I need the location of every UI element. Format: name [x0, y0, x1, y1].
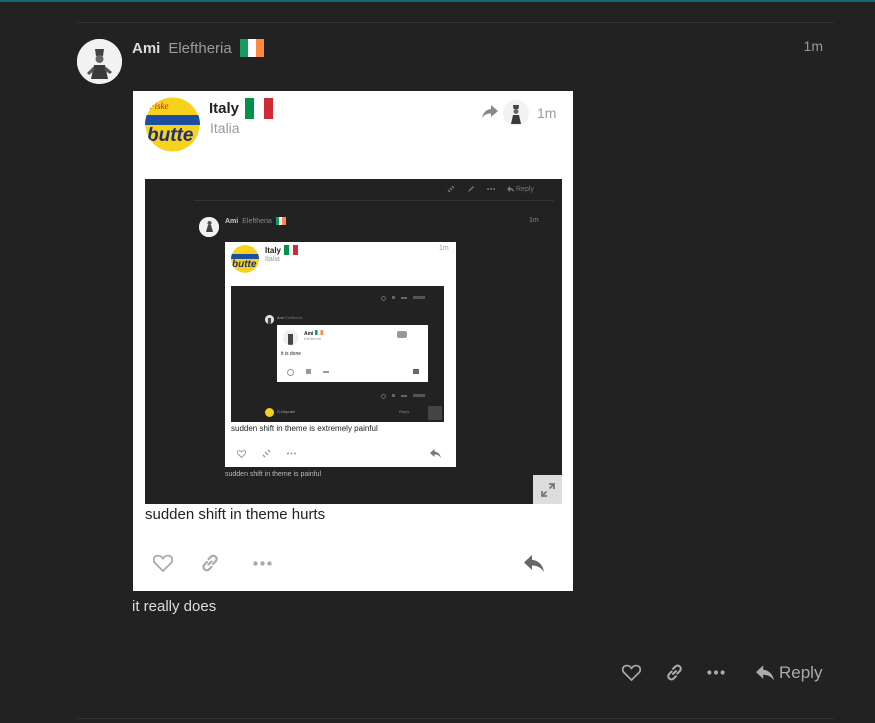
mini-action-bar: Reply [447, 185, 534, 193]
mini-quote-title: Italia [265, 256, 280, 263]
deep-quote: Ami Eleftheria it is done [277, 325, 428, 382]
like-button[interactable] [622, 664, 641, 681]
mini-italy-flag-icon [284, 245, 299, 255]
mini-caption: sudden shift in theme is painful [225, 471, 322, 478]
quote-body-text: sudden shift in theme hurts [145, 506, 326, 523]
post-user-title: Eleftheria [168, 39, 232, 57]
bottom-divider [77, 718, 834, 719]
quote-reply-button[interactable] [524, 555, 544, 572]
post-author-name[interactable]: Ami [132, 40, 160, 57]
mini-reply-button: Reply [507, 186, 534, 193]
expand-icon[interactable] [533, 475, 562, 504]
deep-bottom-reply: Reply [399, 409, 410, 414]
mini-quote: butte Italy Italia 1m Ami Eleftheria Ami… [225, 242, 456, 467]
mini-more-icon-2 [287, 452, 296, 455]
quote-more-button[interactable] [253, 561, 272, 566]
mini-quote-time: 1m [439, 245, 449, 252]
mini-pencil-icon [467, 185, 475, 193]
deep-screenshot: Ami Eleftheria Ami Eleftheria it is done [231, 286, 444, 422]
quote-time[interactable]: 1m [537, 105, 556, 121]
mini-time: 1m [529, 217, 539, 224]
mini-more-icon [487, 187, 495, 191]
quote-avatar[interactable]: Fiske butte [145, 97, 200, 152]
deep-actions [381, 296, 425, 301]
mini-quote-actions [237, 449, 296, 458]
mini-author: Ami [225, 217, 239, 225]
quote-block: Fiske butte Italy Italia 1m Reply Ami El… [133, 91, 573, 591]
share-icon[interactable] [482, 105, 498, 119]
ireland-flag-icon [239, 39, 264, 57]
post-header: Ami Eleftheria [132, 38, 264, 58]
logo-script: Fiske [148, 101, 169, 111]
copy-link-button[interactable] [665, 663, 684, 682]
quote-link-button[interactable] [200, 553, 220, 573]
deep-body: it is done [281, 351, 302, 357]
post-body-text: it really does [132, 598, 217, 615]
deep-reply-icon [413, 369, 419, 374]
quote-like-button[interactable] [153, 554, 173, 572]
deep-quote-title: Eleftheria [304, 336, 321, 341]
mini-reply-icon [430, 449, 441, 458]
mini-divider [194, 200, 554, 201]
deep-actions-2 [381, 394, 425, 399]
post-time[interactable]: 1m [780, 38, 823, 54]
reply-icon [756, 665, 774, 681]
deep-quote-actions [287, 369, 329, 376]
mini-link-icon [447, 185, 455, 193]
top-divider [77, 22, 834, 23]
deep-avatar [265, 315, 274, 324]
mini-quote-avatar: butte [231, 245, 259, 273]
logo-text: butte [147, 125, 194, 146]
embedded-screenshot[interactable]: Reply Ami Eleftheria 1m butte Italy Ital… [145, 179, 562, 504]
mini-header: Ami Eleftheria [225, 217, 286, 225]
italy-flag-icon [245, 97, 273, 119]
mini-title: Eleftheria [242, 217, 272, 225]
mini-link-icon-2 [262, 449, 271, 458]
quote-author-name[interactable]: Italy [209, 100, 239, 117]
mini-quote-body: sudden shift in theme is extremely painf… [231, 424, 378, 433]
deep-expand-icon [428, 406, 442, 420]
deep-quote-avatar [283, 330, 298, 345]
post-avatar[interactable] [77, 39, 122, 84]
quote-user-title: Italia [210, 120, 240, 136]
quote-header: Italy [209, 97, 273, 119]
show-more-button[interactable] [707, 670, 725, 675]
deep-bottom-author: S.Gepulet [277, 409, 295, 414]
reply-button[interactable]: Reply [756, 663, 822, 683]
svg-text:butte: butte [232, 259, 257, 270]
deep-header: Ami Eleftheria [277, 315, 302, 320]
quote-reply-avatar[interactable] [503, 100, 529, 126]
mini-ireland-flag-icon [275, 217, 286, 225]
top-accent-bar [0, 0, 875, 2]
mini-heart-icon [237, 449, 246, 458]
mini-avatar [199, 217, 219, 237]
mini-quote-header: Italy [265, 245, 299, 255]
reply-label: Reply [779, 663, 823, 682]
deep-bottom-avatar [265, 408, 274, 417]
deep-share-icon [397, 331, 407, 338]
